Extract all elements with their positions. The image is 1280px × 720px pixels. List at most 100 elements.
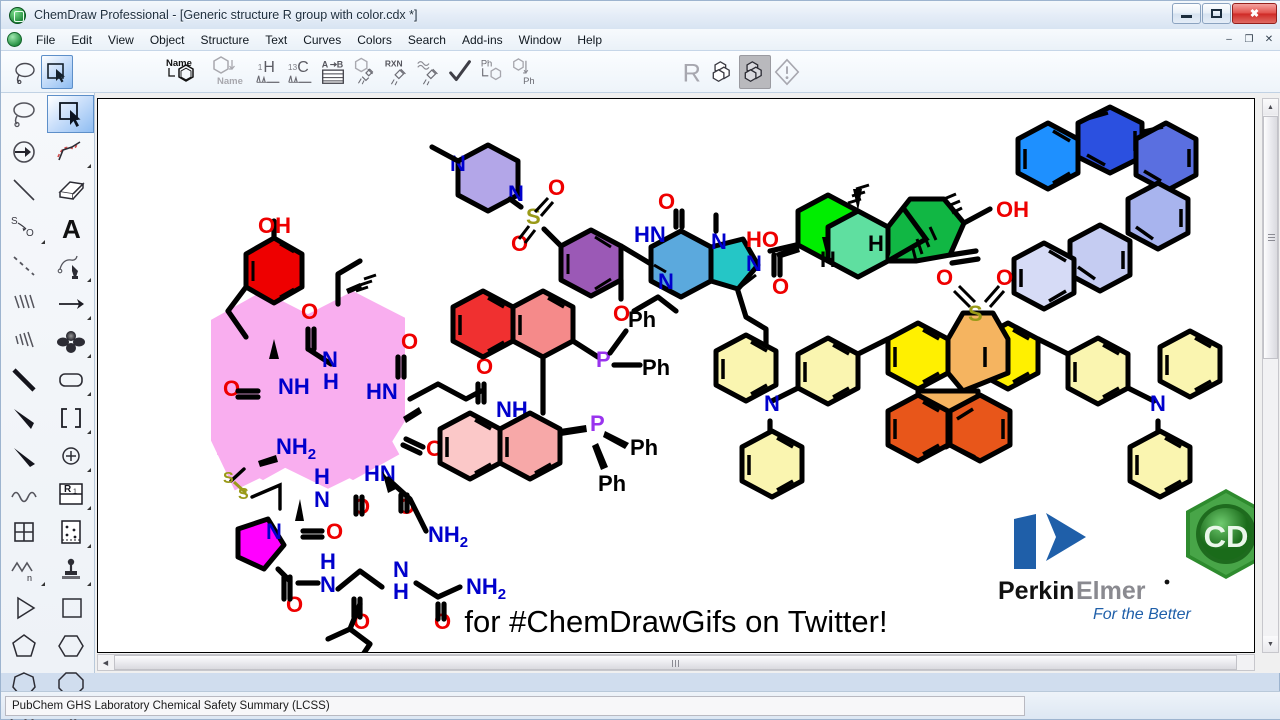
palette-row: n bbox=[1, 551, 94, 589]
square-tool-icon[interactable] bbox=[48, 589, 95, 627]
menu-item-object[interactable]: Object bbox=[142, 31, 193, 49]
menu-item-window[interactable]: Window bbox=[511, 31, 570, 49]
clean-up-reaction-icon[interactable]: RXN bbox=[381, 55, 413, 89]
generic-structure-tool-group: R bbox=[675, 54, 803, 90]
menu-item-search[interactable]: Search bbox=[400, 31, 454, 49]
vertical-scroll-thumb[interactable] bbox=[1263, 116, 1278, 359]
solid-bond-tool-icon[interactable] bbox=[1, 171, 48, 209]
multi-center-bond-tool-icon[interactable]: SO bbox=[1, 209, 48, 247]
marquee-select-icon[interactable] bbox=[41, 55, 73, 89]
window-close-button[interactable]: ✖ bbox=[1232, 3, 1277, 24]
window-controls: ✖ bbox=[1172, 3, 1277, 24]
analysis-table-icon[interactable]: AB bbox=[317, 55, 349, 89]
menu-item-file[interactable]: File bbox=[28, 31, 63, 49]
contract-label-icon[interactable]: Ph bbox=[509, 55, 541, 89]
table-tool-icon[interactable] bbox=[1, 513, 48, 551]
predict-1h-nmr-icon[interactable]: 1H bbox=[253, 55, 285, 89]
palette-row bbox=[1, 247, 94, 285]
structure-warning-icon[interactable] bbox=[771, 55, 803, 89]
scroll-up-icon[interactable]: ▲ bbox=[1263, 99, 1278, 115]
mdi-minimize-button[interactable]: – bbox=[1220, 31, 1238, 48]
orbital-tool-icon[interactable] bbox=[48, 323, 95, 361]
clean-up-fragment-icon[interactable] bbox=[413, 55, 445, 89]
lasso-tool-icon[interactable] bbox=[1, 95, 47, 133]
bold-bond-tool-icon[interactable] bbox=[1, 361, 48, 399]
name-to-structure-icon[interactable]: Name bbox=[161, 55, 207, 89]
window-minimize-button[interactable] bbox=[1172, 3, 1201, 24]
maximize-icon bbox=[1211, 9, 1222, 18]
structure-perspective-tool-icon[interactable] bbox=[1, 133, 48, 171]
lasso-select-icon[interactable] bbox=[9, 55, 41, 89]
scroll-down-icon[interactable]: ▼ bbox=[1263, 636, 1278, 652]
expand-label-icon[interactable]: Ph bbox=[477, 55, 509, 89]
clean-up-structure-icon[interactable] bbox=[349, 55, 381, 89]
mdi-close-button[interactable]: ✕ bbox=[1260, 31, 1278, 48]
eraser-tool-icon[interactable] bbox=[48, 171, 95, 209]
atom-label: P bbox=[590, 411, 605, 436]
wedged-bond-tool-icon[interactable] bbox=[1, 399, 48, 437]
selection-tool-group bbox=[9, 54, 73, 90]
r-group-tool-icon[interactable]: R1 bbox=[48, 475, 95, 513]
hashed-bond-tool-icon[interactable] bbox=[1, 285, 48, 323]
hashed-wedge-bond-tool-icon[interactable] bbox=[1, 323, 48, 361]
predict-13c-nmr-icon[interactable]: 13 C bbox=[285, 55, 317, 89]
wedged-hash-begin-tool-icon[interactable] bbox=[1, 437, 48, 475]
menu-item-add-ins[interactable]: Add-ins bbox=[454, 31, 511, 49]
atom-label: N bbox=[746, 251, 762, 276]
status-message: PubChem GHS Laboratory Chemical Safety S… bbox=[5, 695, 1025, 716]
atom-label: N bbox=[320, 572, 336, 597]
tlc-plate-tool-icon[interactable] bbox=[48, 513, 95, 551]
horizontal-scroll-thumb[interactable] bbox=[114, 655, 1237, 670]
polymer-bracket-tool-icon[interactable]: n bbox=[1, 551, 48, 589]
chain-tool-icon[interactable] bbox=[1, 475, 48, 513]
r-group-label-icon[interactable]: R bbox=[675, 55, 707, 89]
menu-item-colors[interactable]: Colors bbox=[349, 31, 400, 49]
expand-generic-structure-icon[interactable] bbox=[707, 55, 739, 89]
chemdraw-app-icon bbox=[9, 6, 26, 24]
window-maximize-button[interactable] bbox=[1202, 3, 1231, 24]
svg-text:Name: Name bbox=[166, 58, 192, 69]
text-tool-icon[interactable]: A bbox=[48, 209, 95, 247]
chemical-symbol-tool-icon[interactable] bbox=[48, 437, 95, 475]
palette-row bbox=[1, 627, 94, 665]
perkinelmer-wordmark-part2: Elmer bbox=[1076, 577, 1146, 605]
pen-path-tool-icon[interactable] bbox=[48, 133, 95, 171]
palette-row bbox=[1, 285, 94, 323]
atom-label: O bbox=[301, 299, 318, 324]
cd-badge-text: CD bbox=[1204, 519, 1249, 554]
svg-text:O: O bbox=[26, 228, 34, 239]
scroll-left-icon[interactable]: ◀ bbox=[98, 655, 113, 670]
rounded-rectangle-tool-icon[interactable] bbox=[48, 361, 95, 399]
dashed-bond-tool-icon[interactable] bbox=[1, 247, 48, 285]
structure-to-name-icon[interactable]: Name bbox=[207, 55, 253, 89]
check-structure-icon[interactable] bbox=[445, 55, 477, 89]
tool-palette: SO A R 1 n bbox=[1, 93, 95, 720]
menu-item-text[interactable]: Text bbox=[257, 31, 295, 49]
menu-item-help[interactable]: Help bbox=[569, 31, 610, 49]
hexagon-tool-icon[interactable] bbox=[48, 627, 95, 665]
menu-item-curves[interactable]: Curves bbox=[295, 31, 349, 49]
atom-label: N bbox=[764, 391, 780, 416]
stamp-tool-icon[interactable] bbox=[48, 551, 95, 589]
triangle-tool-icon[interactable] bbox=[1, 589, 48, 627]
pentagon-tool-icon[interactable] bbox=[1, 627, 48, 665]
atom-label: H bbox=[868, 231, 884, 256]
contract-generic-structure-icon[interactable] bbox=[739, 55, 771, 89]
canvas-vertical-scrollbar[interactable]: ▲ ▼ bbox=[1262, 98, 1279, 653]
menu-item-view[interactable]: View bbox=[100, 31, 142, 49]
canvas-caption: for #ChemDrawGifs on Twitter! bbox=[464, 604, 888, 639]
atom-label: O bbox=[936, 265, 953, 290]
menu-item-structure[interactable]: Structure bbox=[193, 31, 258, 49]
menu-item-edit[interactable]: Edit bbox=[63, 31, 100, 49]
svg-text:1: 1 bbox=[258, 62, 263, 72]
marquee-tool-icon[interactable] bbox=[47, 95, 94, 133]
atom-label: Ph bbox=[642, 355, 670, 380]
bracket-tool-icon[interactable] bbox=[48, 399, 95, 437]
pen-tool-icon[interactable] bbox=[48, 247, 95, 285]
arrow-tool-icon[interactable] bbox=[48, 285, 95, 323]
drawing-canvas[interactable]: .bk{stroke:#000;stroke-width:5.2;stroke-… bbox=[97, 98, 1255, 653]
palette-row bbox=[1, 95, 94, 133]
mdi-restore-button[interactable]: ❐ bbox=[1240, 31, 1258, 48]
svg-text:B: B bbox=[337, 59, 344, 69]
canvas-horizontal-scrollbar[interactable]: ◀ bbox=[97, 654, 1255, 671]
